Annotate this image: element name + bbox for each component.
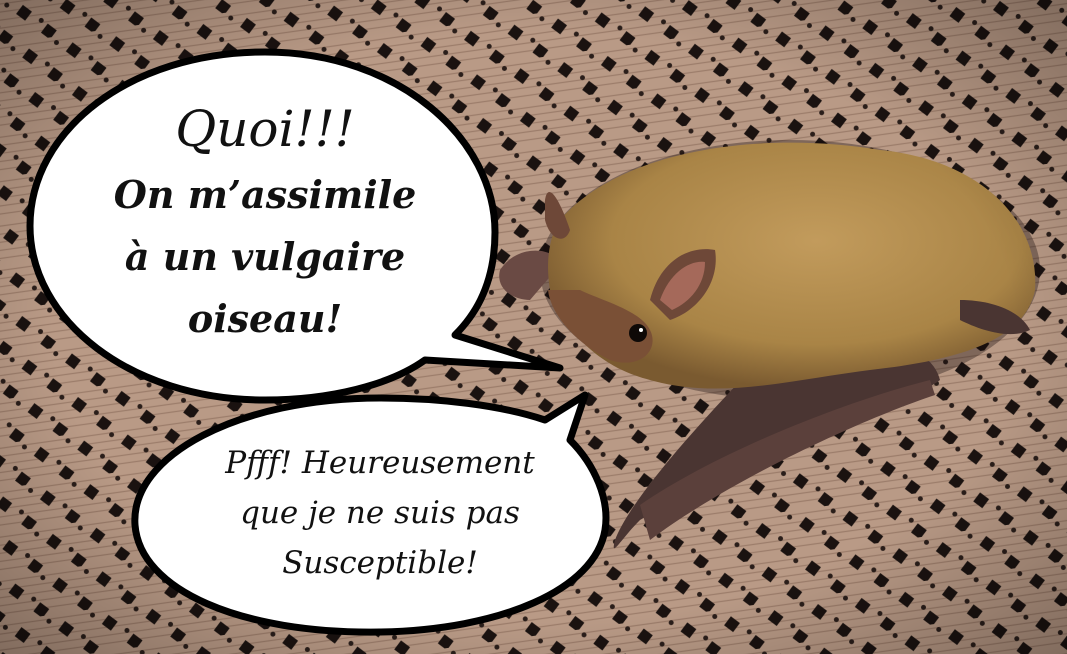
bubble-bottom-line-3: Susceptible! [282, 545, 478, 581]
bubble-bottom-line-2: que je ne suis pas [240, 495, 520, 531]
bubble-top-line-2: On m’assimile [113, 172, 417, 217]
bubble-bottom-line-1: Pfff! Heureusement [225, 445, 535, 481]
bubble-top-line-3: à un vulgaire [124, 234, 406, 279]
bubble-top-line-1: Quoi!!! [175, 100, 355, 158]
speech-bubble-bottom-text: Pfff! Heureusement que je ne suis pas Su… [160, 448, 600, 598]
photo-scene: Quoi!!! On m’assimile à un vulgaire oise… [0, 0, 1067, 654]
speech-bubble-top-text: Quoi!!! On m’assimile à un vulgaire oise… [70, 104, 460, 362]
bubble-top-line-4: oiseau! [187, 296, 343, 341]
